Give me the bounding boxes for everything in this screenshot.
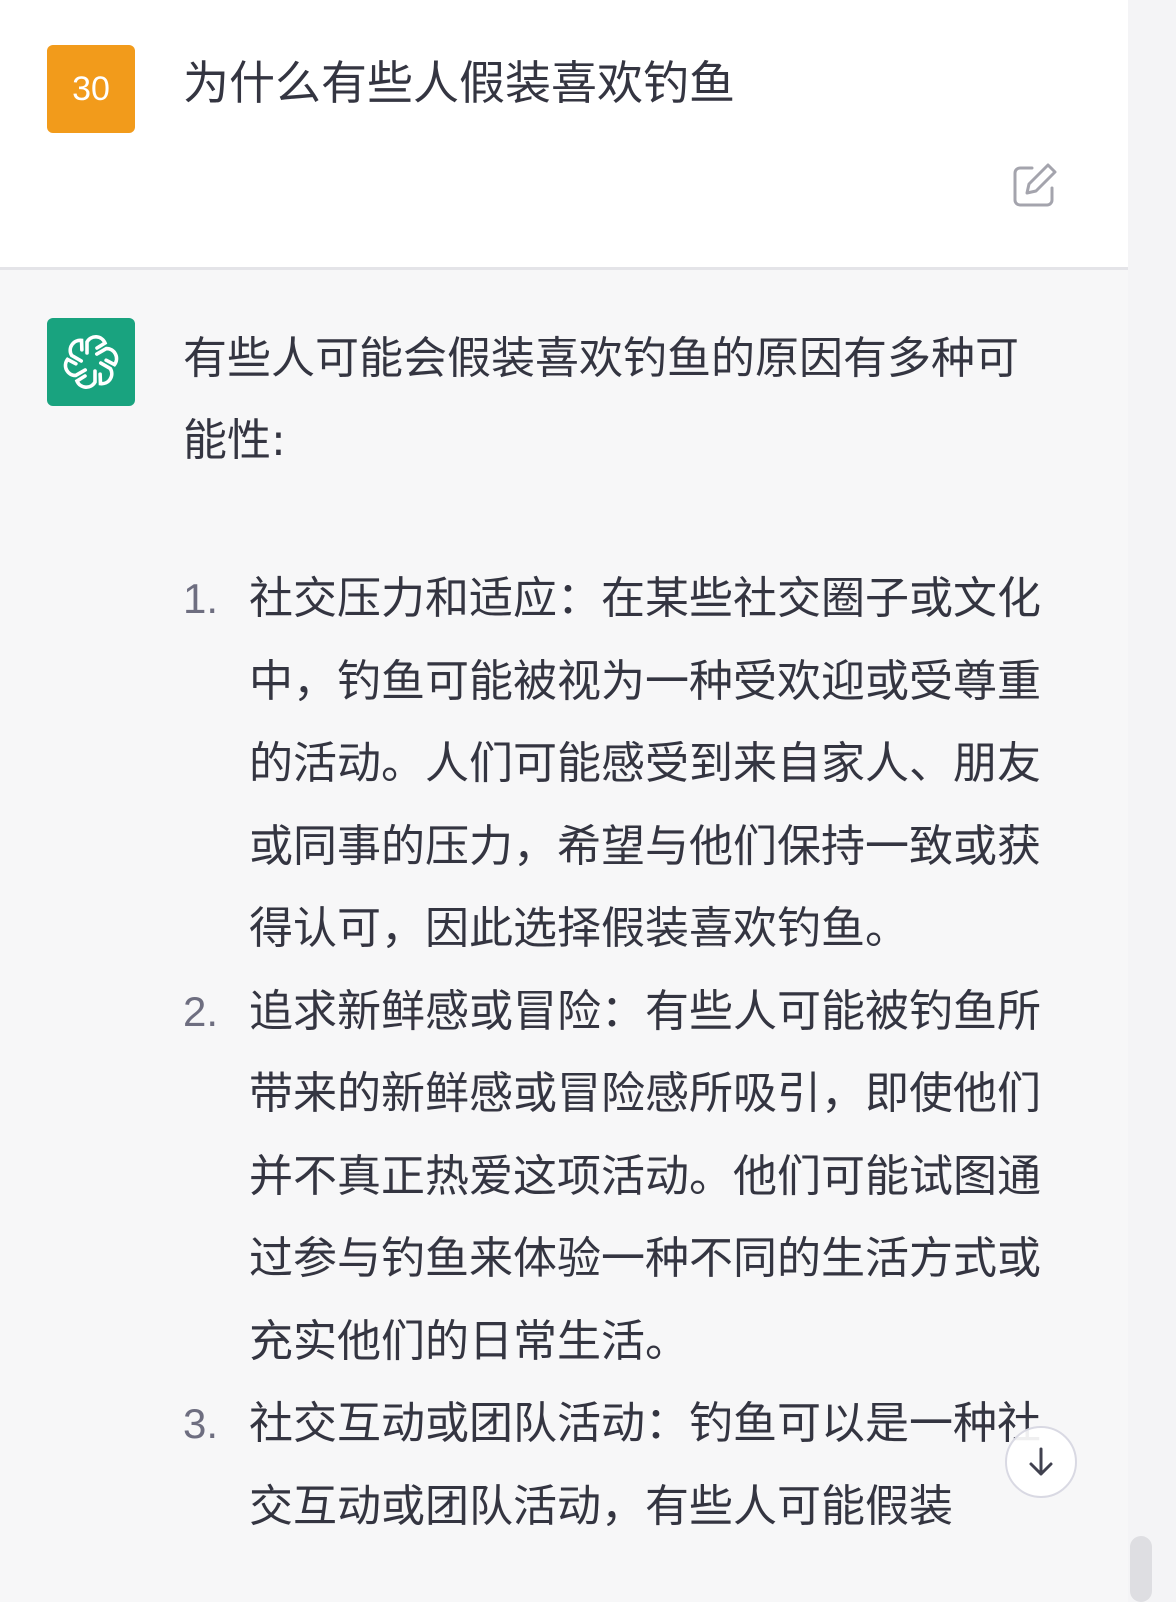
user-question-text: 为什么有些人假装喜欢钓鱼	[183, 56, 735, 110]
user-message: 30 为什么有些人假装喜欢钓鱼	[0, 0, 1128, 268]
edit-message-button[interactable]	[1008, 160, 1060, 212]
answer-intro: 有些人可能会假装喜欢钓鱼的原因有多种可能性:	[183, 333, 1019, 466]
list-item: 2. 追求新鲜感或冒险：有些人可能被钓鱼所带来的新鲜感或冒险感所吸引，即使他们并…	[183, 971, 1063, 1384]
list-item-text: 社交压力和适应：在某些社交圈子或文化中，钓鱼可能被视为一种受欢迎或受尊重的活动。…	[249, 573, 1041, 954]
assistant-avatar	[47, 318, 135, 406]
arrow-down-icon	[1029, 1447, 1053, 1476]
reasons-list: 1. 社交压力和适应：在某些社交圈子或文化中，钓鱼可能被视为一种受欢迎或受尊重的…	[183, 558, 1063, 1548]
user-avatar: 30	[47, 45, 135, 133]
edit-icon	[1013, 163, 1057, 207]
list-item-text: 社交互动或团队活动：钓鱼可以是一种社交互动或团队活动，有些人可能假装	[249, 1398, 1041, 1532]
scrollbar-thumb[interactable]	[1130, 1536, 1152, 1602]
list-item-number: 2.	[183, 987, 219, 1035]
assistant-message: 有些人可能会假装喜欢钓鱼的原因有多种可能性: 1. 社交压力和适应：在某些社交圈…	[0, 270, 1128, 1602]
assistant-answer: 有些人可能会假装喜欢钓鱼的原因有多种可能性: 1. 社交压力和适应：在某些社交圈…	[183, 318, 1063, 1548]
list-item: 3. 社交互动或团队活动：钓鱼可以是一种社交互动或团队活动，有些人可能假装	[183, 1383, 1063, 1548]
openai-logo-icon	[63, 335, 119, 389]
scroll-to-bottom-button[interactable]	[1005, 1426, 1077, 1498]
list-item: 1. 社交压力和适应：在某些社交圈子或文化中，钓鱼可能被视为一种受欢迎或受尊重的…	[183, 558, 1063, 971]
list-item-text: 追求新鲜感或冒险：有些人可能被钓鱼所带来的新鲜感或冒险感所吸引，即使他们并不真正…	[249, 985, 1041, 1367]
scrollbar-track	[1128, 0, 1176, 1602]
list-item-number: 1.	[183, 575, 219, 622]
list-item-number: 3.	[183, 1400, 219, 1447]
